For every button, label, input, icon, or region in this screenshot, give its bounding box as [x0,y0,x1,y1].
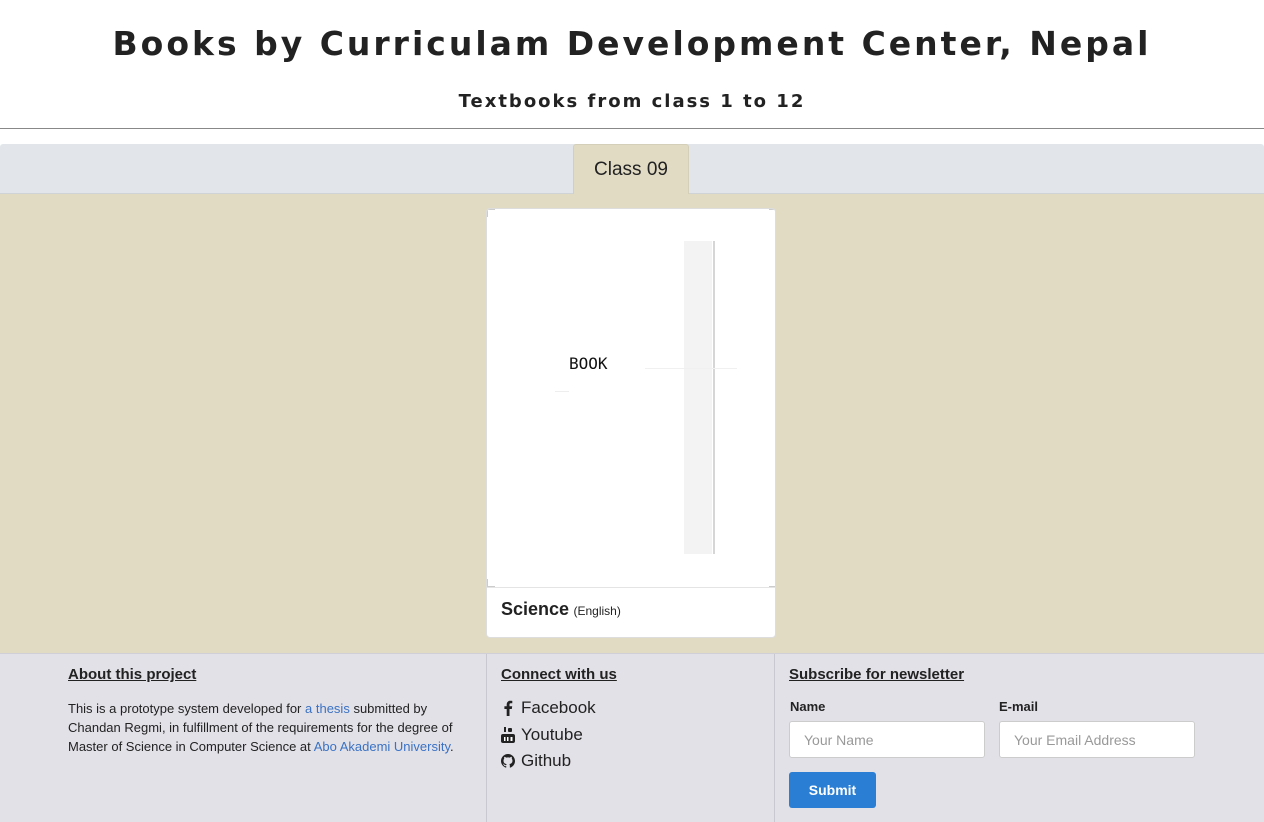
tab-class-09[interactable]: Class 09 [573,144,689,194]
connect-heading: Connect with us [501,666,617,683]
book-card-body: Science (English) [501,599,621,620]
about-text-part: This is a prototype system developed for [68,701,306,716]
footer-connect-column: Connect with us Facebook Youtube Github [487,654,775,822]
email-label: E-mail [999,699,1039,714]
footer-about-column: About this project This is a prototype s… [0,654,487,822]
book-spine [684,241,712,554]
github-icon [501,753,515,769]
cover-dash [555,391,569,392]
about-text-part: . [450,739,454,754]
book-cover-image: BOOK [487,209,775,588]
name-input[interactable] [789,721,985,758]
github-link[interactable]: Github [501,749,571,773]
page-subtitle: Textbooks from class 1 to 12 [458,91,806,112]
cover-text: BOOK [569,354,608,373]
cover-rule [645,368,737,369]
book-language: (English) [573,604,621,618]
newsletter-heading: Subscribe for newsletter [789,666,965,683]
submit-button[interactable]: Submit [789,772,876,808]
page-header: Books by Curriculam Development Center, … [0,0,1264,129]
book-spine-edge [713,241,715,554]
thesis-link[interactable]: a thesis [305,701,350,716]
cover-corner [769,579,775,587]
facebook-link[interactable]: Facebook [501,696,596,720]
class-tab-bar: Class 09 [0,144,1264,194]
university-link[interactable]: Abo Akademi University [314,739,450,754]
cover-corner [487,579,495,587]
github-label: Github [521,751,572,770]
youtube-link[interactable]: Youtube [501,723,583,747]
name-label: Name [790,699,826,714]
email-input[interactable] [999,721,1195,758]
about-heading: About this project [68,666,197,683]
youtube-icon [501,727,515,743]
page-title: Books by Curriculam Development Center, … [112,24,1152,63]
book-card[interactable]: BOOK Science (English) [486,208,776,638]
footer: About this project This is a prototype s… [0,653,1264,822]
footer-newsletter-column: Subscribe for newsletter Name E-mail Sub… [775,654,1264,822]
book-title[interactable]: Science [501,599,569,619]
youtube-label: Youtube [521,725,583,744]
facebook-icon [501,700,515,716]
cover-corner [487,209,495,217]
cover-corner [769,209,775,217]
about-text: This is a prototype system developed for… [68,699,458,756]
facebook-label: Facebook [521,698,596,717]
